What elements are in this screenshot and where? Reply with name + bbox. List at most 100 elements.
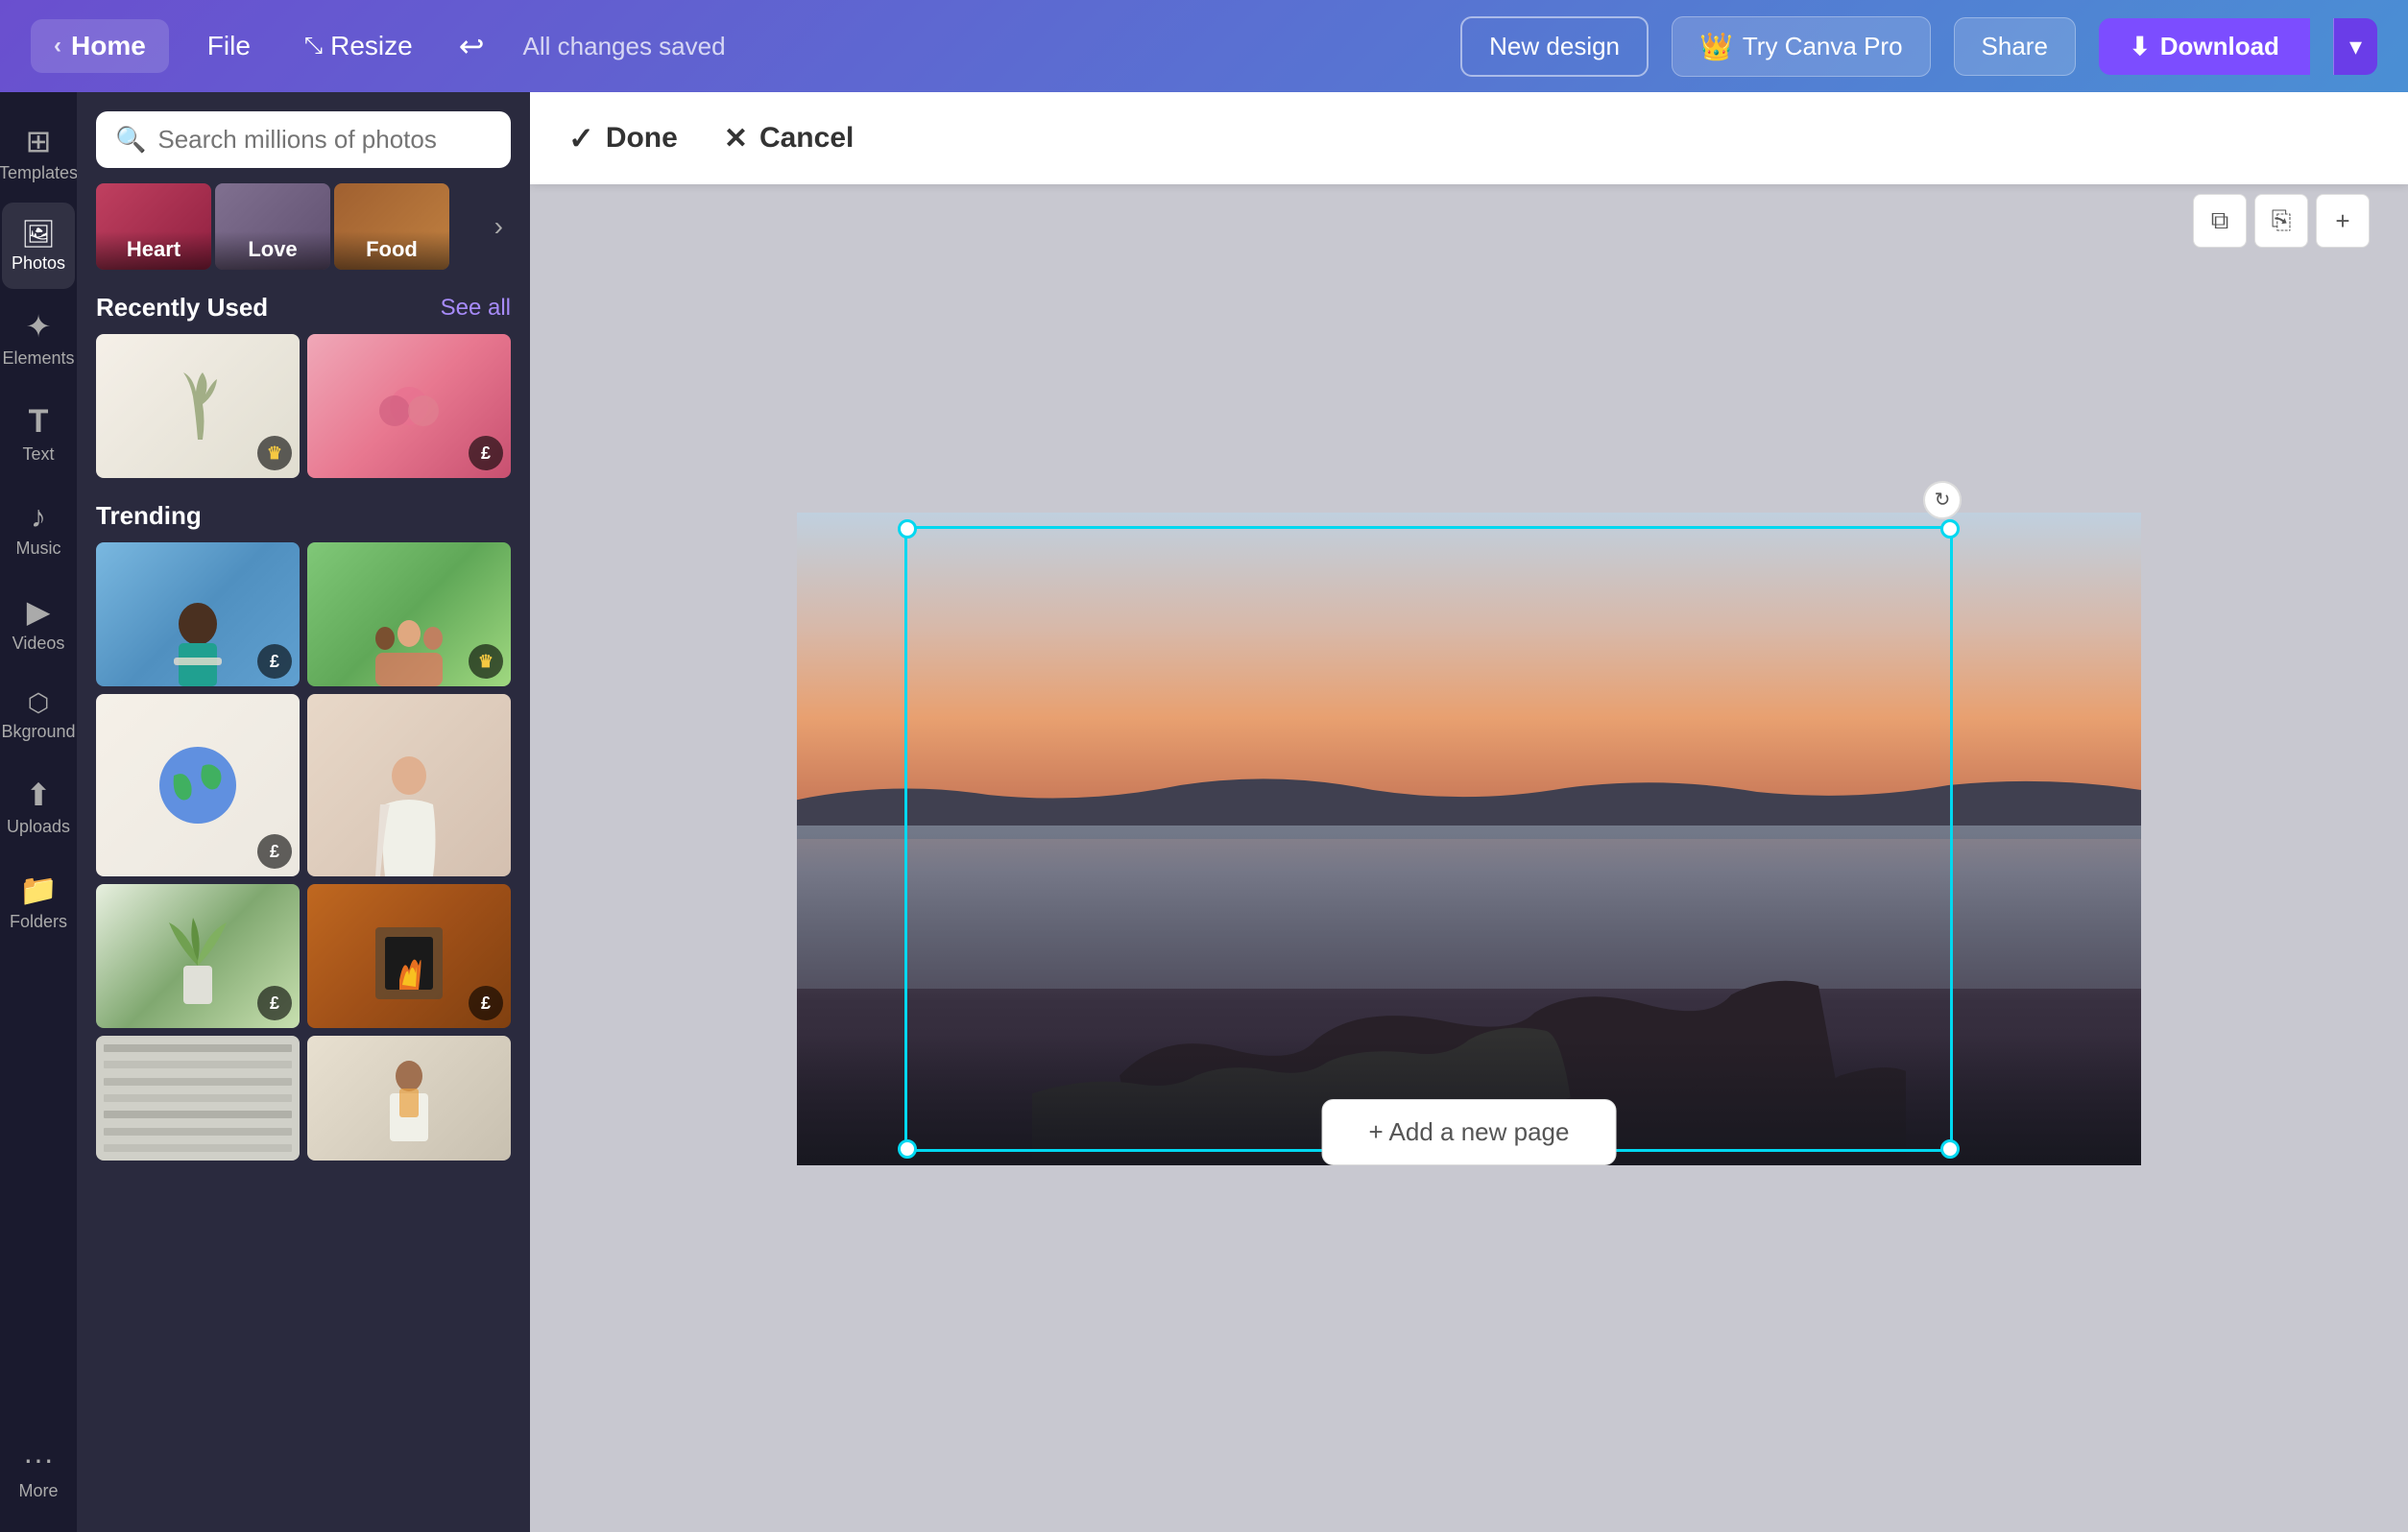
photo-thumb-woman[interactable] [307, 694, 511, 876]
roses-badge: £ [469, 436, 503, 470]
background-icon: ⬡ [28, 688, 50, 718]
photo-thumb-baker[interactable] [307, 1036, 511, 1161]
photo-thumb-palm[interactable]: ♛ [96, 334, 300, 478]
photo-thumb-roses[interactable]: £ [307, 334, 511, 478]
recently-used-title: Recently Used [96, 293, 268, 323]
try-pro-label: Try Canva Pro [1743, 32, 1903, 61]
sidebar-item-uploads[interactable]: ⬆ Uploads [2, 761, 75, 852]
search-input[interactable] [157, 125, 492, 155]
fireplace-badge: £ [469, 986, 503, 1020]
sidebar-item-folders[interactable]: 📁 Folders [2, 856, 75, 947]
trending-title: Trending [96, 501, 202, 531]
music-icon: ♪ [31, 499, 46, 535]
uploads-icon: ⬆ [26, 777, 52, 813]
friends-badge: ♛ [469, 644, 503, 679]
top-nav: ‹ Home File ⤡ Resize ↩ All changes saved… [0, 0, 2408, 92]
see-all-button[interactable]: See all [441, 295, 511, 322]
cancel-label: Cancel [759, 122, 854, 155]
sidebar-item-text-label: Text [22, 444, 54, 465]
trending-grid-3: £ £ [96, 884, 511, 1028]
sidebar-item-uploads-label: Uploads [7, 817, 70, 837]
trending-grid-4 [96, 1036, 511, 1161]
photo-thumb-man-cook[interactable]: £ [96, 542, 300, 686]
sidebar-item-background-label: Bkground [1, 722, 75, 742]
chevron-down-icon: ▾ [2349, 32, 2362, 60]
home-button[interactable]: ‹ Home [31, 19, 169, 73]
crown-icon: 👑 [1699, 31, 1733, 62]
recently-used-grid: ♛ £ [96, 334, 511, 478]
elements-icon: ✦ [26, 308, 52, 345]
sidebar: ⊞ Templates 🖼 Photos ✦ Elements T Text ♪… [0, 92, 77, 1532]
share-label: Share [1982, 32, 2048, 60]
category-heart-label: Heart [96, 231, 211, 270]
share-button[interactable]: Share [1954, 17, 2076, 76]
palm-badge: ♛ [257, 436, 292, 470]
done-label: Done [606, 122, 678, 155]
sidebar-item-elements-label: Elements [2, 348, 74, 369]
category-heart[interactable]: Heart [96, 183, 211, 270]
earth-badge: £ [257, 834, 292, 869]
folders-icon: 📁 [19, 872, 58, 908]
sidebar-item-music[interactable]: ♪ Music [2, 484, 75, 574]
photo-thumb-friends[interactable]: ♛ [307, 542, 511, 686]
add-page-label: + Add a new page [1369, 1117, 1570, 1147]
sidebar-item-photos[interactable]: 🖼 Photos [2, 203, 75, 289]
category-strip: Heart Love Food › [77, 168, 530, 277]
checkmark-icon: ✓ [568, 120, 594, 156]
category-next-button[interactable]: › [487, 203, 511, 250]
add-page-button[interactable]: + Add a new page [1322, 1099, 1617, 1165]
sidebar-item-templates[interactable]: ⊞ Templates [2, 108, 75, 199]
resize-button[interactable]: ⤡ Resize [289, 23, 428, 69]
photo-thumb-earth[interactable]: £ [96, 694, 300, 876]
trending-header: Trending [96, 486, 511, 542]
sidebar-item-text[interactable]: T Text [2, 388, 75, 480]
try-pro-button[interactable]: 👑 Try Canva Pro [1672, 16, 1931, 77]
photos-panel: 🔍 Heart Love Food › Recently Used [77, 92, 530, 1532]
photo-thumb-plants[interactable]: £ [96, 884, 300, 1028]
trending-grid-1: £ ♛ [96, 542, 511, 686]
done-button[interactable]: ✓ Done [568, 120, 678, 156]
templates-icon: ⊞ [26, 123, 52, 159]
x-icon: ✕ [724, 122, 748, 156]
download-button[interactable]: ⬇ Download [2099, 18, 2310, 75]
canvas-frame: ↻ + Add a new page [797, 513, 2141, 1204]
file-button[interactable]: File [192, 23, 266, 69]
text-icon: T [29, 403, 49, 441]
save-status: All changes saved [523, 32, 726, 61]
download-dropdown-button[interactable]: ▾ [2333, 18, 2377, 75]
sidebar-item-background[interactable]: ⬡ Bkground [2, 673, 75, 757]
resize-icon: ⤡ [304, 33, 323, 60]
sidebar-item-more-label: More [18, 1481, 58, 1501]
category-love[interactable]: Love [215, 183, 330, 270]
sidebar-item-photos-label: Photos [12, 253, 65, 274]
sidebar-item-music-label: Music [15, 539, 60, 559]
sunset-image [797, 513, 2141, 1165]
new-design-button[interactable]: New design [1460, 16, 1649, 77]
category-love-label: Love [215, 231, 330, 270]
download-icon: ⬇ [2130, 32, 2151, 61]
search-icon: 🔍 [115, 125, 146, 155]
more-icon: ··· [23, 1442, 54, 1477]
plants-badge: £ [257, 986, 292, 1020]
photo-thumb-blinds[interactable] [96, 1036, 300, 1161]
sidebar-item-videos[interactable]: ▶ Videos [2, 578, 75, 669]
canvas-photo[interactable]: ↻ [797, 513, 2141, 1165]
sidebar-item-templates-label: Templates [0, 163, 78, 183]
canvas-viewport: ↻ + Add a new page [530, 184, 2408, 1532]
search-bar: 🔍 [77, 92, 530, 168]
resize-label: Resize [330, 31, 413, 61]
photos-icon: 🖼 [21, 218, 56, 250]
search-input-wrap[interactable]: 🔍 [96, 111, 511, 168]
done-cancel-bar: ✓ Done ✕ Cancel [530, 92, 2408, 184]
man-cook-badge: £ [257, 644, 292, 679]
photo-thumb-fireplace[interactable]: £ [307, 884, 511, 1028]
category-food[interactable]: Food [334, 183, 449, 270]
undo-button[interactable]: ↩ [451, 20, 493, 72]
cancel-button[interactable]: ✕ Cancel [724, 122, 855, 156]
videos-icon: ▶ [27, 593, 51, 630]
main-area: ⊞ Templates 🖼 Photos ✦ Elements T Text ♪… [0, 92, 2408, 1532]
sidebar-item-elements[interactable]: ✦ Elements [2, 293, 75, 384]
photos-scroll[interactable]: Recently Used See all ♛ [77, 277, 530, 1532]
sidebar-item-more[interactable]: ··· More [2, 1426, 75, 1517]
category-food-label: Food [334, 231, 449, 270]
